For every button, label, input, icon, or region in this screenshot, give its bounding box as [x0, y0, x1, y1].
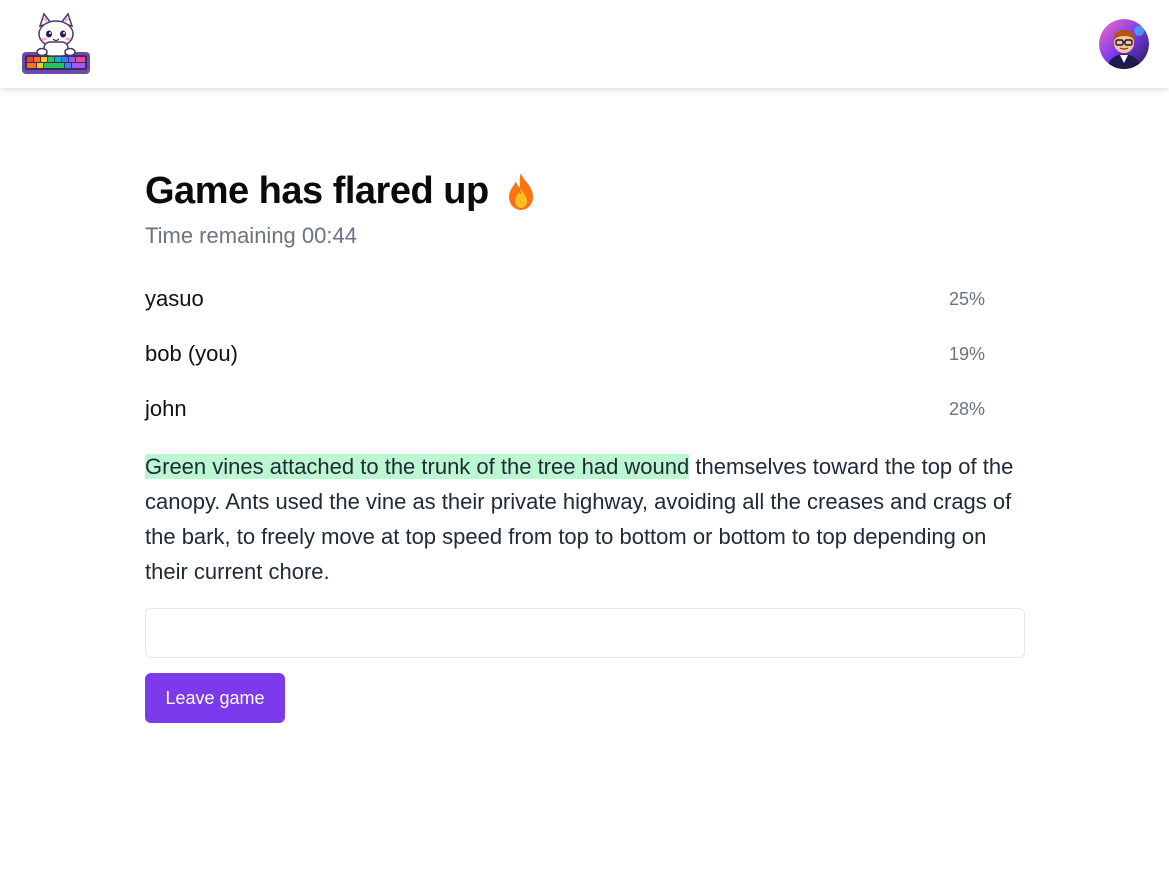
top-bar [0, 0, 1169, 88]
cat-keyboard-logo-icon[interactable] [20, 12, 92, 76]
player-progress: 19% [948, 344, 985, 364]
player-name: bob (you) [145, 341, 238, 366]
player-name: john [145, 396, 187, 421]
player-progress: 25% [948, 289, 985, 309]
typing-passage: Green vines attached to the trunk of the… [145, 449, 1025, 589]
time-remaining: Time remaining 00:44 [145, 223, 357, 248]
game-title: Game has flared up [145, 169, 489, 212]
player-list: yasuo 25% bob (you) 19% john 28% [145, 284, 985, 449]
typing-input[interactable] [145, 608, 1025, 658]
player-row: john 28% [145, 394, 985, 449]
title-row: Game has flared up [145, 168, 537, 214]
player-row: yasuo 25% [145, 284, 985, 339]
user-avatar-icon[interactable] [1099, 19, 1149, 69]
player-progress: 28% [948, 399, 985, 419]
leave-game-button[interactable]: Leave game [145, 673, 285, 723]
player-name: yasuo [145, 286, 204, 311]
typed-text: Green vines attached to the trunk of the… [145, 454, 690, 479]
player-row: bob (you) 19% [145, 339, 985, 394]
fire-icon [508, 173, 533, 210]
